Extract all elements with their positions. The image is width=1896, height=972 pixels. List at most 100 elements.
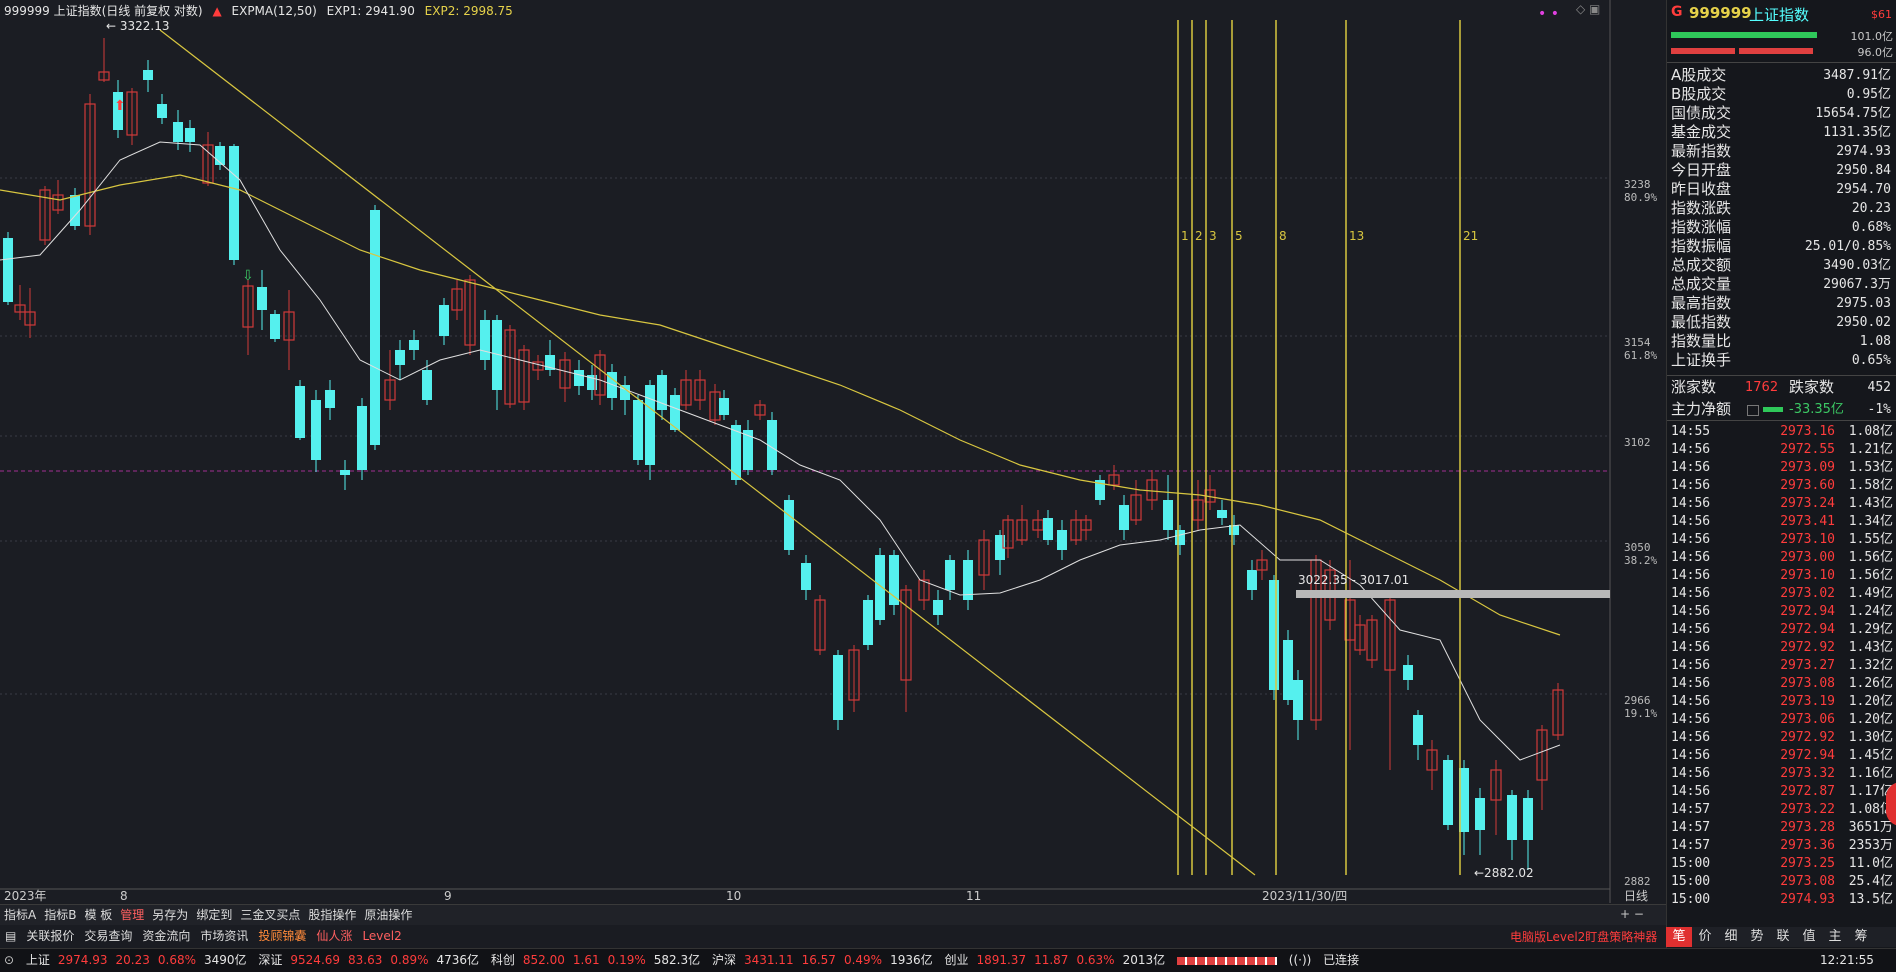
chart-legend: 999999 上证指数(日线 前复权 对数) ▲ EXPMA(12,50) EX…: [4, 2, 519, 20]
indicator-tab[interactable]: 管理: [116, 905, 148, 925]
tick-time: 14:56: [1671, 478, 1711, 493]
candle: [1175, 525, 1185, 555]
indicator-tab[interactable]: 原油操作: [360, 905, 416, 925]
candle: [370, 205, 380, 450]
stat-label: 今日开盘: [1671, 161, 1732, 179]
panel-toggle-icon[interactable]: ▤: [0, 925, 21, 947]
indicator-tab[interactable]: 指标A: [0, 905, 40, 925]
legend-indicator[interactable]: EXPMA(12,50): [232, 4, 317, 18]
candle: [1507, 790, 1517, 860]
rise-label: 涨家数: [1671, 378, 1717, 396]
quote-panel-tab[interactable]: 筹: [1848, 927, 1874, 947]
tick-row: 14:56 2973.60 1.58亿: [1671, 477, 1893, 495]
news-tab[interactable]: 关联报价: [21, 925, 79, 947]
news-tab[interactable]: 投顾锦囊: [253, 925, 311, 947]
fall-label: 跌家数: [1789, 378, 1835, 396]
tick-time: 14:55: [1671, 424, 1711, 439]
hs-label[interactable]: 沪深: [712, 953, 736, 967]
stat-label: 指数量比: [1671, 332, 1732, 350]
stat-row: 今日开盘 2950.84: [1671, 161, 1891, 180]
kline-chart[interactable]: 1 2 3 5 8 13 21 3022.35 - 3017.01 ← 3322.13 ←2882…: [0, 0, 1648, 903]
tick-time: 14:56: [1671, 766, 1711, 781]
tick-volume: 1.16亿: [1848, 766, 1893, 781]
quote-panel-tab[interactable]: 联: [1770, 927, 1796, 947]
stat-label: 指数涨幅: [1671, 218, 1732, 236]
candle: [242, 280, 254, 355]
sz-label[interactable]: 深证: [258, 953, 282, 967]
candle: [1095, 475, 1105, 505]
stat-row: 最新指数 2974.93: [1671, 142, 1891, 161]
candle: [1384, 590, 1396, 770]
tick-price: 2973.02: [1780, 586, 1835, 601]
divider: [1667, 62, 1896, 63]
quote-panel-tab[interactable]: 主: [1822, 927, 1848, 947]
tick-row: 14:57 2973.28 3651万: [1671, 819, 1893, 837]
cy-label[interactable]: 创业: [944, 953, 968, 967]
kline-svg[interactable]: 1 2 3 5 8 13 21 3022.35 - 3017.01 ← 3322.13 ←2882…: [0, 0, 1666, 903]
hs-chg: 16.57: [801, 953, 836, 967]
kc-label[interactable]: 科创: [491, 953, 515, 967]
candle: [1283, 630, 1293, 705]
news-tab[interactable]: 仙人涨: [311, 925, 357, 947]
news-tab[interactable]: 交易查询: [79, 925, 137, 947]
candle: [694, 370, 706, 410]
tick-volume: 1.45亿: [1848, 748, 1893, 763]
tick-row: 14:56 2973.06 1.20亿: [1671, 711, 1893, 729]
quote-panel-tab[interactable]: 势: [1744, 927, 1770, 947]
quote-code: 999999: [1689, 4, 1752, 22]
fib-label: 8: [1279, 229, 1287, 243]
stat-value: 20.23: [1851, 201, 1891, 216]
tick-volume: 1.08亿: [1848, 424, 1893, 439]
news-tab[interactable]: Level2: [357, 925, 406, 947]
candle: [84, 94, 96, 235]
tick-price: 2973.08: [1780, 676, 1835, 691]
quote-panel-tab[interactable]: 笔: [1666, 927, 1692, 947]
candle: [900, 585, 912, 712]
news-tab[interactable]: 市场资讯: [195, 925, 253, 947]
tick-volume: 1.55亿: [1848, 532, 1893, 547]
indicator-tab[interactable]: 股指操作: [304, 905, 360, 925]
tick-time: 14:56: [1671, 550, 1711, 565]
stat-row: 最低指数 2950.02: [1671, 313, 1891, 332]
news-tab[interactable]: 资金流向: [137, 925, 195, 947]
tick-time: 14:57: [1671, 838, 1711, 853]
tick-volume: 1.20亿: [1848, 694, 1893, 709]
indicator-tab[interactable]: 模 板: [80, 905, 116, 925]
candle: [270, 310, 280, 342]
candle: [1354, 615, 1366, 655]
dots-icon[interactable]: • •: [1538, 6, 1559, 22]
candle: [1256, 550, 1268, 580]
trend-line[interactable]: [159, 29, 1256, 876]
candle: [889, 550, 899, 615]
checkbox-icon[interactable]: [1747, 405, 1759, 416]
tick-price: 2973.24: [1780, 496, 1835, 511]
stat-row: 指数涨跌 20.23: [1671, 199, 1891, 218]
sh-pct: 0.68%: [157, 953, 197, 967]
tick-time: 15:00: [1671, 874, 1711, 889]
indicator-tab[interactable]: 另存为: [148, 905, 192, 925]
quote-name[interactable]: 上证指数: [1749, 4, 1809, 25]
gap-band[interactable]: [1296, 590, 1610, 598]
stat-value: 29067.3万: [1823, 277, 1891, 292]
window-controls-icon[interactable]: ◇ ▣: [1576, 2, 1600, 16]
quote-panel-tab[interactable]: 值: [1796, 927, 1822, 947]
candle: [863, 595, 873, 650]
kc-chg: 1.61: [572, 953, 600, 967]
quote-panel-tab[interactable]: 细: [1718, 927, 1744, 947]
tick-row: 14:56 2973.24 1.43亿: [1671, 495, 1893, 513]
zoom-controls-icon[interactable]: + −: [1620, 907, 1644, 921]
sz-chg: 83.63: [348, 953, 383, 967]
tick-price: 2973.22: [1780, 802, 1835, 817]
tick-time: 14:56: [1671, 496, 1711, 511]
tick-row: 14:56 2972.55 1.21亿: [1671, 441, 1893, 459]
sh-label[interactable]: 上证: [26, 953, 50, 967]
indicator-tab[interactable]: 三金叉买点: [236, 905, 304, 925]
indicator-tab[interactable]: 指标B: [40, 905, 80, 925]
tick-time: 14:56: [1671, 532, 1711, 547]
home-icon[interactable]: ⊙: [4, 953, 14, 967]
tick-row: 14:56 2972.94 1.24亿: [1671, 603, 1893, 621]
indicator-tab[interactable]: 绑定到: [192, 905, 236, 925]
quote-panel-tab[interactable]: 价: [1692, 927, 1718, 947]
stat-value: 2974.93: [1836, 144, 1891, 159]
tick-volume: 1.29亿: [1848, 622, 1893, 637]
